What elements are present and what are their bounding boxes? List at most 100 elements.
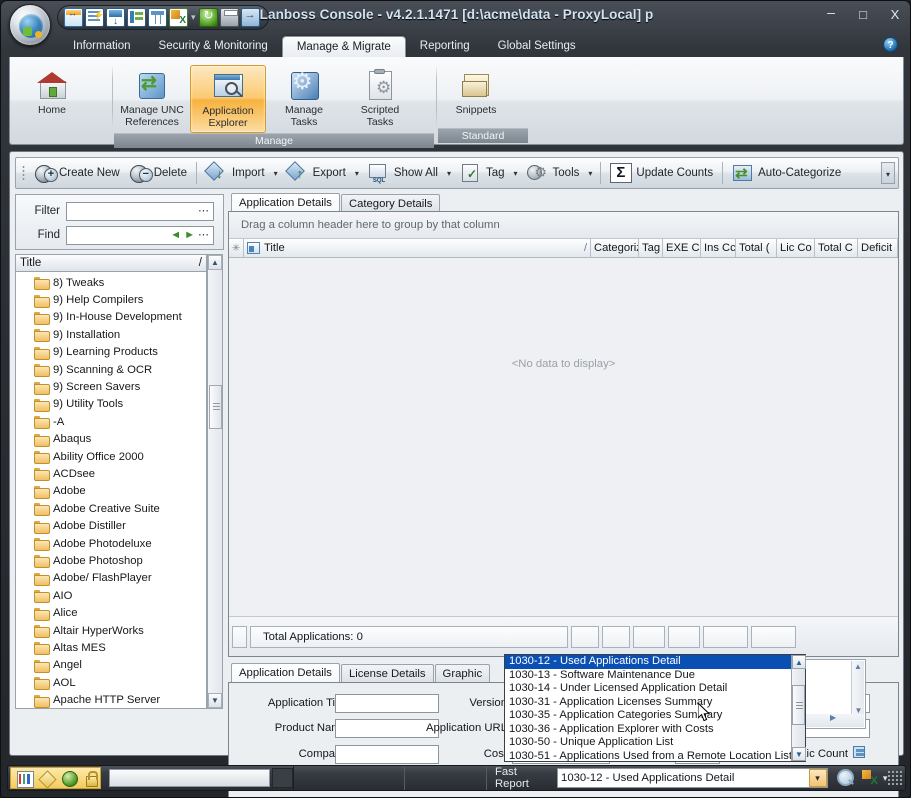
tree-icon[interactable] bbox=[127, 8, 146, 27]
ribbon-button-scripted-tasks[interactable]: Scripted Tasks bbox=[342, 65, 418, 128]
grid-column-tag[interactable]: Tag bbox=[639, 239, 663, 257]
detail-tab-application-details[interactable]: Application Details bbox=[231, 663, 340, 682]
filter-ellipsis-icon[interactable]: ⋯ bbox=[198, 206, 210, 217]
tree-scroll-up-button[interactable]: ▲ bbox=[208, 255, 222, 270]
tree-item[interactable]: 9) In-House Development bbox=[16, 309, 206, 326]
filter-input[interactable]: ⋯ bbox=[66, 201, 214, 221]
export-dropdown-icon[interactable]: ▾ bbox=[351, 169, 363, 178]
show-all-button[interactable]: Show All bbox=[363, 160, 443, 186]
tree-item[interactable]: 9) Scanning & OCR bbox=[16, 361, 206, 378]
lock-icon[interactable] bbox=[82, 770, 100, 787]
tree-item[interactable]: 8) Tweaks bbox=[16, 274, 206, 291]
help-icon[interactable]: ? bbox=[883, 37, 898, 52]
grid-column-title[interactable]: Title / bbox=[244, 239, 591, 257]
print-icon[interactable] bbox=[219, 8, 239, 27]
tree-item[interactable]: Adobe Photoshop bbox=[16, 552, 206, 569]
globe-icon[interactable] bbox=[60, 770, 78, 787]
tab-category-details[interactable]: Category Details bbox=[340, 194, 441, 212]
tree-item[interactable]: 9) Help Compilers bbox=[16, 291, 206, 308]
report-dropdown-list[interactable]: 1030-12 - Used Applications Detail 1030-1… bbox=[504, 654, 806, 762]
import-dropdown-icon[interactable]: ▾ bbox=[270, 169, 282, 178]
application-orb-button[interactable] bbox=[9, 4, 51, 46]
input-application-title[interactable] bbox=[335, 694, 439, 713]
input-product-name[interactable] bbox=[335, 719, 439, 738]
ribbon-button-manage-unc-references[interactable]: Manage UNC References bbox=[114, 65, 190, 128]
grid-column-exe-count[interactable]: EXE C bbox=[663, 239, 701, 257]
tree-item[interactable]: 9) Utility Tools bbox=[16, 396, 206, 413]
update-counts-button[interactable]: Update Counts bbox=[605, 160, 718, 186]
category-tree[interactable]: 8) Tweaks 9) Help Compilers 9) In-House De… bbox=[15, 272, 207, 709]
tag-button[interactable]: Tag bbox=[455, 160, 510, 186]
comments-memo-scrollbar[interactable]: ▲ ▼ bbox=[851, 661, 864, 717]
dropdown-option[interactable]: 1030-31 - Application Licenses Summary bbox=[505, 696, 805, 710]
tools-button[interactable]: Tools bbox=[522, 160, 585, 186]
find-next-icon[interactable]: ► bbox=[184, 230, 195, 241]
ribbon-button-application-explorer[interactable]: Application Explorer bbox=[190, 65, 266, 133]
ribbon-button-snippets[interactable]: Snippets bbox=[438, 65, 514, 116]
exit-icon[interactable] bbox=[240, 8, 260, 27]
preview-icon[interactable] bbox=[834, 768, 854, 788]
window-icon[interactable] bbox=[64, 8, 83, 27]
detail-tab-license-details[interactable]: License Details bbox=[340, 664, 434, 682]
dropdown-option[interactable]: 1030-35 - Application Categories Summary bbox=[505, 709, 805, 723]
dropdown-option[interactable]: 1030-51 - Applications Used from a Remot… bbox=[505, 750, 805, 764]
close-button[interactable]: X bbox=[884, 6, 906, 24]
resize-grip[interactable] bbox=[887, 770, 903, 786]
tree-scroll-down-button[interactable]: ▼ bbox=[208, 693, 222, 708]
input-company[interactable] bbox=[335, 745, 439, 764]
ribbon-button-home[interactable]: Home bbox=[14, 65, 90, 116]
find-prev-icon[interactable]: ◄ bbox=[170, 230, 181, 241]
tree-item[interactable]: Ability Office 2000 bbox=[16, 448, 206, 465]
dropdown-option[interactable]: 1030-50 - Unique Application List bbox=[505, 736, 805, 750]
detail-tab-graphic[interactable]: Graphic bbox=[434, 664, 491, 682]
checkbox-do-not-update-lic-count[interactable] bbox=[853, 746, 865, 758]
tree-item[interactable]: 9) Screen Savers bbox=[16, 378, 206, 395]
import-button[interactable]: Import bbox=[201, 160, 270, 186]
tree-item[interactable]: Alice bbox=[16, 604, 206, 621]
tree-item[interactable]: Angel bbox=[16, 657, 206, 674]
grid-column-deficit[interactable]: Deficit bbox=[858, 239, 898, 257]
grid-column-lic-count[interactable]: Lic Co bbox=[777, 239, 815, 257]
tree-scroll-thumb[interactable] bbox=[209, 385, 222, 429]
tree-item[interactable]: Apache HTTP Server bbox=[16, 691, 206, 708]
tab-manage-migrate[interactable]: Manage & Migrate bbox=[281, 36, 406, 57]
tree-item[interactable]: -A bbox=[16, 413, 206, 430]
comments-memo-field[interactable]: ▲ ▼ bbox=[804, 659, 866, 729]
tab-application-details[interactable]: Application Details bbox=[231, 193, 340, 212]
find-ellipsis-icon[interactable]: ⋯ bbox=[198, 230, 210, 241]
tree-column-header[interactable]: Title / bbox=[15, 254, 207, 272]
dropdown-scroll-up-button[interactable]: ▲ bbox=[792, 655, 806, 669]
dropdown-scrollbar[interactable]: ▲ ▼ bbox=[791, 655, 806, 761]
group-panel[interactable]: Drag a column header here to group by th… bbox=[229, 212, 898, 239]
chevron-down-icon[interactable]: ▾ bbox=[190, 12, 197, 23]
tree-scrollbar[interactable]: ▲ ▼ bbox=[207, 254, 223, 709]
export-button[interactable]: Export bbox=[282, 160, 351, 186]
auto-categorize-button[interactable]: Auto-Categorize bbox=[727, 160, 846, 186]
grid-column-ins-count[interactable]: Ins Cc bbox=[701, 239, 736, 257]
grid-column-categorized[interactable]: Categorize bbox=[591, 239, 639, 257]
excel-export-icon[interactable] bbox=[860, 768, 880, 788]
tab-global-settings[interactable]: Global Settings bbox=[484, 36, 590, 57]
tree-item[interactable]: Adobe Photodeluxe bbox=[16, 535, 206, 552]
download-icon[interactable] bbox=[106, 8, 125, 27]
tree-item[interactable]: Abaqus bbox=[16, 431, 206, 448]
tree-item[interactable]: Adobe bbox=[16, 483, 206, 500]
tree-item[interactable]: AIO bbox=[16, 587, 206, 604]
ribbon-button-manage-tasks[interactable]: Manage Tasks bbox=[266, 65, 342, 128]
tree-item[interactable]: AOL bbox=[16, 674, 206, 691]
fast-report-combo[interactable]: 1030-12 - Used Applications Detail ▾ bbox=[557, 768, 828, 788]
toolbar-overflow-button[interactable]: ▾ bbox=[881, 162, 895, 184]
tree-item[interactable]: ACDsee bbox=[16, 465, 206, 482]
tree-item[interactable]: Adobe Creative Suite bbox=[16, 500, 206, 517]
tag-dropdown-icon[interactable]: ▾ bbox=[510, 169, 522, 178]
qat-overflow-icon[interactable]: ▾ bbox=[293, 6, 317, 28]
toolbar-grip[interactable] bbox=[20, 164, 27, 182]
refresh-icon[interactable] bbox=[198, 8, 218, 27]
dropdown-option[interactable]: 1030-36 - Application Explorer with Cost… bbox=[505, 723, 805, 737]
dropdown-scroll-thumb[interactable] bbox=[792, 685, 805, 725]
tools-dropdown-icon[interactable]: ▾ bbox=[584, 169, 596, 178]
fast-report-dropdown-icon[interactable]: ▾ bbox=[808, 769, 827, 787]
tab-reporting[interactable]: Reporting bbox=[406, 36, 484, 57]
diamond-icon[interactable] bbox=[38, 770, 56, 787]
tab-security-monitoring[interactable]: Security & Monitoring bbox=[145, 36, 282, 57]
